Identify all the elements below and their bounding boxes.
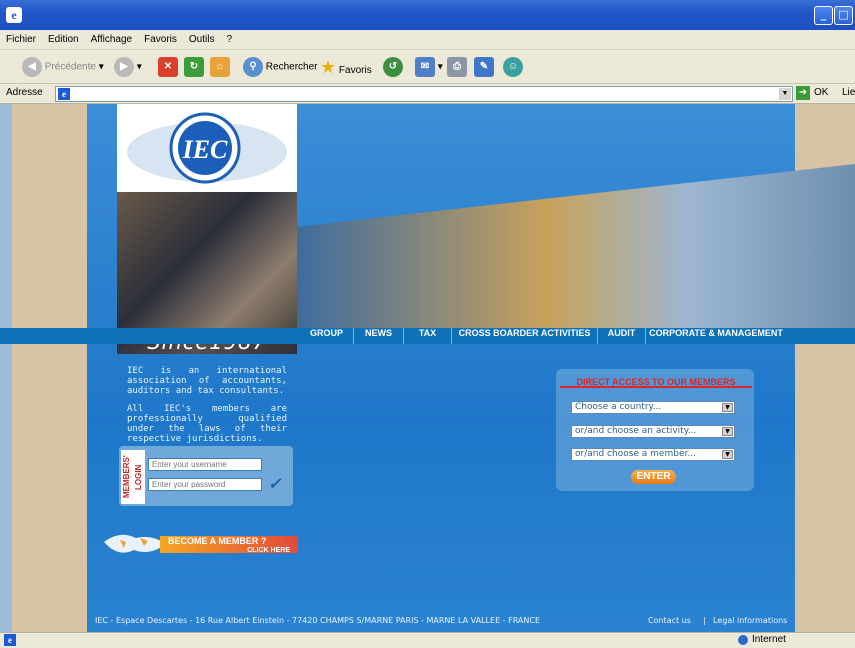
- home-button[interactable]: ⌂: [210, 57, 230, 77]
- menu-affichage[interactable]: Affichage: [85, 30, 139, 50]
- page-icon: e: [58, 88, 70, 100]
- go-button[interactable]: OK: [814, 87, 828, 98]
- favorites-label: Favoris: [338, 65, 372, 76]
- messenger-button[interactable]: ☺: [503, 57, 523, 77]
- go-arrow-icon[interactable]: ➜: [796, 86, 810, 100]
- status-bar: e Internet: [0, 632, 855, 648]
- members-login-label: MEMBERS' LOGIN: [121, 450, 145, 504]
- back-label: Précédente: [44, 61, 96, 73]
- stop-button[interactable]: ✕: [158, 57, 178, 77]
- legal-link[interactable]: Legal informations: [713, 614, 787, 628]
- intro-text: IEC is an international association of a…: [127, 366, 287, 444]
- login-submit-icon[interactable]: ✓: [268, 474, 281, 493]
- maximize-button[interactable]: □: [834, 6, 853, 25]
- refresh-button[interactable]: ↻: [184, 57, 204, 77]
- title-bar: e _ □: [0, 0, 855, 30]
- history-icon: ↺: [383, 57, 403, 77]
- page-viewport: IEC Since1987 GROUP NEWS TAX CROSS BOARD…: [0, 104, 855, 632]
- activity-select[interactable]: or/and choose an activity... ▼: [571, 425, 735, 438]
- nav-tax[interactable]: TAX: [404, 328, 452, 344]
- back-button[interactable]: ◀ Précédente ▾: [22, 57, 104, 77]
- footer-address: IEC - Espace Descartes - 16 Rue Albert E…: [95, 616, 541, 625]
- menu-help[interactable]: ?: [220, 30, 238, 50]
- nav-cross-boarder[interactable]: CROSS BOARDER ACTIVITIES: [452, 328, 598, 344]
- edit-icon: ✎: [474, 57, 494, 77]
- menu-fichier[interactable]: Fichier: [0, 30, 42, 50]
- address-label: Adresse: [6, 87, 43, 98]
- iec-logo: IEC: [127, 112, 287, 184]
- member-select-value: or/and choose a member...: [575, 449, 696, 459]
- search-icon: ⚲: [243, 57, 263, 77]
- members-login-box: [119, 446, 293, 506]
- intro-paragraph-2: All IEC's members are professionally qua…: [127, 404, 287, 444]
- links-label[interactable]: Lie: [842, 87, 855, 98]
- activity-select-value: or/and choose an activity...: [575, 426, 697, 436]
- password-input[interactable]: [148, 478, 262, 491]
- menu-bar: Fichier Edition Affichage Favoris Outils?: [0, 30, 855, 50]
- ie-icon: e: [6, 7, 22, 23]
- minimize-button[interactable]: _: [814, 6, 833, 25]
- logo-panel: IEC: [117, 104, 297, 192]
- printer-icon: ⎙: [447, 57, 467, 77]
- main-nav: GROUP NEWS TAX CROSS BOARDER ACTIVITIES …: [0, 328, 855, 344]
- member-select[interactable]: or/and choose a member... ▼: [571, 448, 735, 461]
- print-button[interactable]: ⎙: [447, 57, 467, 77]
- country-select-value: Choose a country...: [575, 402, 662, 412]
- refresh-icon: ↻: [184, 57, 204, 77]
- footer-separator: |: [703, 616, 706, 625]
- toolbar: ◀ Précédente ▾ ▶ ▾ ✕ ↻ ⌂ ⚲ Rechercher ★ …: [0, 50, 855, 84]
- favorites-button[interactable]: ★ Favoris: [320, 57, 372, 77]
- nav-corporate[interactable]: CORPORATE & MANAGEMENT: [646, 328, 786, 344]
- menu-favoris[interactable]: Favoris: [138, 30, 183, 50]
- stop-icon: ✕: [158, 57, 178, 77]
- enter-button[interactable]: ENTER: [631, 470, 676, 484]
- footer: IEC - Espace Descartes - 16 Rue Albert E…: [95, 614, 795, 628]
- chevron-down-icon: ▼: [722, 403, 733, 412]
- chevron-down-icon: ▼: [722, 450, 733, 459]
- contact-link[interactable]: Contact us: [648, 614, 691, 628]
- back-arrow-icon: ◀: [22, 57, 42, 77]
- dropdown-icon[interactable]: ▼: [779, 88, 791, 100]
- mail-icon: ✉: [415, 57, 435, 77]
- menu-outils[interactable]: Outils: [183, 30, 221, 50]
- page-status-icon: e: [4, 634, 16, 646]
- nav-group[interactable]: GROUP: [300, 328, 354, 344]
- search-label: Rechercher: [265, 61, 318, 73]
- intro-paragraph-1: IEC is an international association of a…: [127, 366, 287, 396]
- search-button[interactable]: ⚲ Rechercher: [243, 57, 317, 77]
- zone-label: Internet: [752, 634, 786, 645]
- left-scroll-band: [0, 104, 12, 632]
- become-member-button[interactable]: BECOME A MEMBER ? CLICK HERE: [160, 536, 298, 554]
- chevron-down-icon: ▼: [722, 427, 733, 436]
- username-input[interactable]: [148, 458, 262, 471]
- globe-icon: [738, 635, 748, 645]
- forward-arrow-icon: ▶: [114, 57, 134, 77]
- address-input[interactable]: e ▼: [55, 86, 793, 102]
- history-button[interactable]: ↺: [383, 57, 403, 77]
- forward-button[interactable]: ▶ ▾: [114, 57, 142, 77]
- nav-news[interactable]: NEWS: [354, 328, 404, 344]
- direct-access-title: DIRECT ACCESS TO OUR MEMBERS: [560, 376, 752, 388]
- become-member-label: BECOME A MEMBER ?: [168, 536, 267, 546]
- edit-button[interactable]: ✎: [474, 57, 494, 77]
- country-select[interactable]: Choose a country... ▼: [571, 401, 735, 414]
- messenger-icon: ☺: [503, 57, 523, 77]
- logo-text: IEC: [182, 135, 228, 164]
- nav-audit[interactable]: AUDIT: [598, 328, 646, 344]
- menu-edition[interactable]: Edition: [42, 30, 85, 50]
- home-icon: ⌂: [210, 57, 230, 77]
- mail-button[interactable]: ✉ ▾: [415, 57, 443, 77]
- star-icon: ★: [320, 57, 337, 77]
- click-here-label: CLICK HERE: [247, 547, 290, 554]
